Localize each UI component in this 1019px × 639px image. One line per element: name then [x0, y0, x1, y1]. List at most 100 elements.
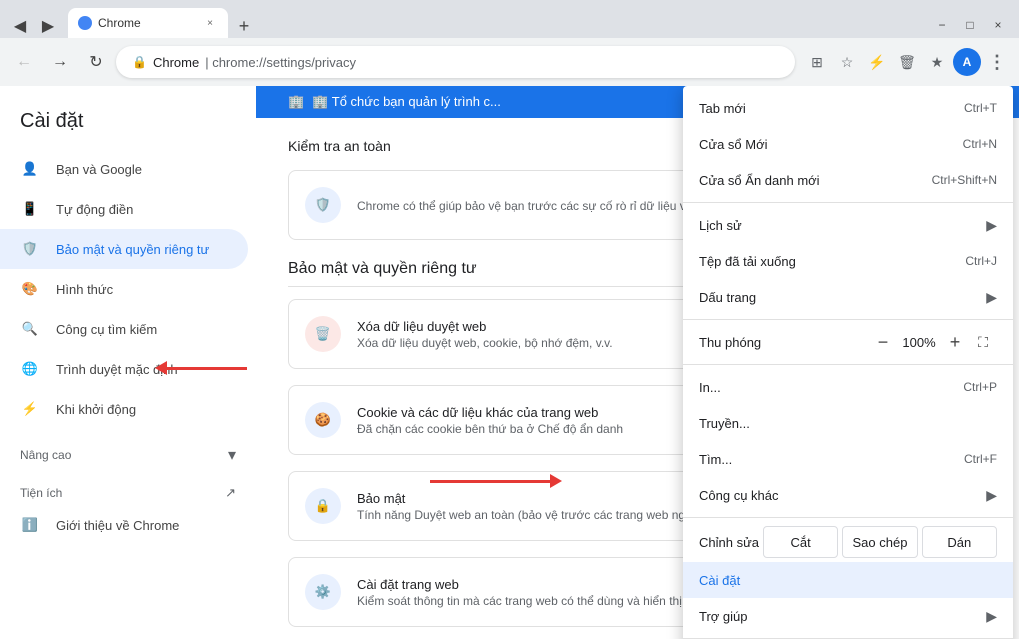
- profile-button[interactable]: A: [953, 48, 981, 76]
- menu-divider-3: [683, 364, 1013, 365]
- external-link-icon: ↗: [225, 485, 236, 501]
- back-button[interactable]: ←: [8, 46, 40, 78]
- cut-button[interactable]: Cắt: [763, 526, 838, 558]
- menu-shortcut-tim: Ctrl+F: [964, 452, 997, 466]
- lock-icon: 🔒: [132, 55, 147, 69]
- zoom-label: Thu phóng: [699, 335, 869, 350]
- menu-arrow-dau-trang: ▶: [986, 289, 997, 306]
- copy-button[interactable]: Sao chép: [842, 526, 917, 558]
- minimize-button[interactable]: −: [929, 12, 955, 38]
- menu-label-lich-su: Lịch sử: [699, 218, 962, 233]
- zoom-expand-button[interactable]: ⛶: [969, 328, 997, 356]
- new-tab-button[interactable]: +: [232, 14, 256, 38]
- zoom-control: Thu phóng − 100% + ⛶: [683, 324, 1013, 360]
- menu-shortcut-tai-xuong: Ctrl+J: [965, 254, 997, 268]
- menu-label-cong-cu-khac: Công cụ khác: [699, 488, 962, 503]
- delete-button[interactable]: 🗑: [893, 48, 921, 76]
- menu-item-lich-su[interactable]: Lịch sử ▶: [683, 207, 1013, 243]
- sidebar-label-trinh-duyet: Trình duyệt mặc định: [56, 362, 178, 377]
- sidebar-item-trinh-duyet[interactable]: 🌐 Trình duyệt mặc định: [0, 349, 248, 389]
- tab-label: Chrome: [98, 16, 196, 30]
- menu-shortcut-in: Ctrl+P: [963, 380, 997, 394]
- sidebar-item-gioi-thieu[interactable]: ℹ️ Giới thiệu về Chrome: [0, 505, 248, 545]
- tab-group-left: ◀ ▶: [8, 14, 60, 38]
- menu-item-tai-xuong[interactable]: Tệp đã tải xuống Ctrl+J: [683, 243, 1013, 279]
- menu-label-tro-giup: Trợ giúp: [699, 609, 978, 624]
- maximize-button[interactable]: □: [957, 12, 983, 38]
- webpage-icon: ⚙️: [305, 574, 341, 610]
- forward-button[interactable]: →: [44, 46, 76, 78]
- shield-icon: 🛡️: [20, 239, 40, 259]
- menu-divider-2: [683, 319, 1013, 320]
- sidebar-item-hinh-thuc[interactable]: 🎨 Hình thức: [0, 269, 248, 309]
- zoom-plus-button[interactable]: +: [941, 328, 969, 356]
- delete-data-icon: 🗑️: [305, 316, 341, 352]
- content-area: Cài đặt 👤 Bạn và Google 📱 Tự động điền 🛡…: [0, 86, 1019, 639]
- menu-item-cai-dat[interactable]: Cài đặt: [683, 562, 1013, 598]
- sidebar-label-gioi-thieu: Giới thiệu về Chrome: [56, 518, 179, 533]
- menu-item-tim[interactable]: Tìm... Ctrl+F: [683, 441, 1013, 477]
- org-banner-text: 🏢 Tổ chức bạn quản lý trình c...: [312, 94, 501, 110]
- extension2-button[interactable]: ★: [923, 48, 951, 76]
- search-icon: 🔍: [20, 319, 40, 339]
- security-icon: 🔒: [305, 488, 341, 524]
- reload-button[interactable]: ↻: [80, 46, 112, 78]
- menu-divider-4: [683, 517, 1013, 518]
- chrome-menu-button[interactable]: ⋮: [983, 48, 1011, 76]
- menu-arrow-tro-giup: ▶: [986, 608, 997, 625]
- menu-item-in[interactable]: In... Ctrl+P: [683, 369, 1013, 405]
- menu-label-cai-dat: Cài đặt: [699, 573, 997, 588]
- url-path: | chrome://settings/privacy: [205, 55, 356, 70]
- menu-item-an-danh[interactable]: Cửa sổ Ẩn danh mới Ctrl+Shift+N: [683, 162, 1013, 198]
- close-button[interactable]: ×: [985, 12, 1011, 38]
- browser-frame: ◀ ▶ Chrome × + − □ × ← → ↻ 🔒 Chrome | ch…: [0, 0, 1019, 639]
- address-actions: ⊞ ☆ ⚡ 🗑 ★ A ⋮: [803, 48, 1011, 76]
- sidebar-label-bao-mat: Bảo mật và quyền riêng tư: [56, 242, 209, 257]
- menu-arrow-cong-cu-khac: ▶: [986, 487, 997, 504]
- menu-item-truyen[interactable]: Truyền...: [683, 405, 1013, 441]
- sidebar-item-cong-cu[interactable]: 🔍 Công cụ tìm kiếm: [0, 309, 248, 349]
- menu-item-tro-giup[interactable]: Trợ giúp ▶: [683, 598, 1013, 634]
- sidebar-item-tu-dong-dien[interactable]: 📱 Tự động điền: [0, 189, 248, 229]
- sidebar-section-tien-ich[interactable]: Tiện ích ↗: [0, 469, 256, 505]
- zoom-minus-button[interactable]: −: [869, 328, 897, 356]
- person-icon: 👤: [20, 159, 40, 179]
- address-input[interactable]: 🔒 Chrome | chrome://settings/privacy: [116, 46, 795, 78]
- sidebar-label-khi-khoi-dong: Khi khởi động: [56, 402, 136, 417]
- sidebar-title: Cài đặt: [0, 102, 256, 149]
- address-text: 🔒 Chrome | chrome://settings/privacy: [132, 55, 779, 70]
- sidebar-section-nang-cao[interactable]: Nâng cao ▾: [0, 429, 256, 469]
- tab-active[interactable]: Chrome ×: [68, 8, 228, 38]
- context-menu: Tab mới Ctrl+T Cửa sổ Mới Ctrl+N Cửa sổ …: [683, 86, 1013, 639]
- tab-nav-forward[interactable]: ▶: [36, 14, 60, 38]
- menu-label-truyen: Truyền...: [699, 416, 981, 431]
- tab-bar: ◀ ▶ Chrome × + − □ ×: [0, 0, 1019, 38]
- browser-icon: 🌐: [20, 359, 40, 379]
- extension-button[interactable]: ⚡: [863, 48, 891, 76]
- tab-nav-back[interactable]: ◀: [8, 14, 32, 38]
- sidebar-item-ban-va-google[interactable]: 👤 Bạn và Google: [0, 149, 248, 189]
- tab-close-button[interactable]: ×: [202, 15, 218, 31]
- expand-icon: ▾: [228, 445, 236, 465]
- sidebar-item-khi-khoi-dong[interactable]: ⚡ Khi khởi động: [0, 389, 248, 429]
- sidebar-label-tu-dong-dien: Tự động điền: [56, 202, 133, 217]
- menu-item-cua-so-moi[interactable]: Cửa sổ Mới Ctrl+N: [683, 126, 1013, 162]
- address-bar: ← → ↻ 🔒 Chrome | chrome://settings/priva…: [0, 38, 1019, 86]
- menu-item-tab-moi[interactable]: Tab mới Ctrl+T: [683, 90, 1013, 126]
- menu-item-cong-cu-khac[interactable]: Công cụ khác ▶: [683, 477, 1013, 513]
- paste-button[interactable]: Dán: [922, 526, 997, 558]
- phone-icon: 📱: [20, 199, 40, 219]
- menu-label-an-danh: Cửa sổ Ẩn danh mới: [699, 173, 916, 188]
- menu-shortcut-an-danh: Ctrl+Shift+N: [932, 173, 997, 187]
- shield-check-icon: 🛡️: [305, 187, 341, 223]
- menu-label-tab-moi: Tab mới: [699, 101, 948, 116]
- menu-divider-1: [683, 202, 1013, 203]
- sidebar-item-bao-mat[interactable]: 🛡️ Bảo mật và quyền riêng tư: [0, 229, 248, 269]
- menu-item-dau-trang[interactable]: Dấu trang ▶: [683, 279, 1013, 315]
- bookmark-list-button[interactable]: ⊞: [803, 48, 831, 76]
- cookie-icon: 🍪: [305, 402, 341, 438]
- info-icon: ℹ️: [20, 515, 40, 535]
- menu-label-tai-xuong: Tệp đã tải xuống: [699, 254, 949, 269]
- bookmark-button[interactable]: ☆: [833, 48, 861, 76]
- zoom-value: 100%: [897, 335, 941, 350]
